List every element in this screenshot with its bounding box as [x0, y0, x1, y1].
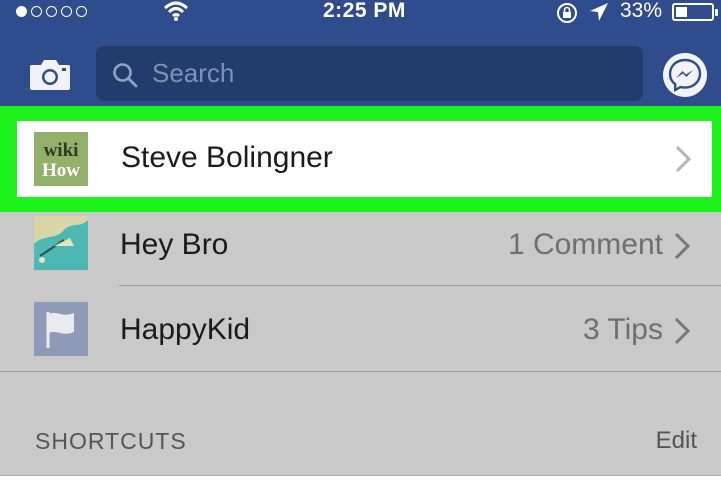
list-item-meta: 1 Comment	[507, 228, 663, 261]
bottom-area	[0, 476, 721, 494]
signal-dot	[76, 6, 87, 17]
signal-dot	[31, 6, 42, 17]
list-item-name: Hey Bro	[120, 228, 229, 261]
status-time: 2:25 PM	[323, 0, 406, 22]
search-bar[interactable]	[96, 46, 643, 101]
status-bar: 2:25 PM 33%	[0, 0, 721, 26]
svg-text:How: How	[42, 160, 80, 181]
drawing-thumbnail	[34, 216, 88, 270]
chevron-right-icon	[675, 145, 692, 173]
battery-percent: 33%	[620, 0, 663, 22]
list-item-name: HappyKid	[120, 313, 251, 346]
list-item-name: Steve Bolingner	[121, 141, 333, 174]
section-header-shortcuts: SHORTCUTS	[35, 428, 187, 454]
facebook-app-screen: 2:25 PM 33% Search wiki How Steve Boling…	[0, 0, 721, 494]
wifi-icon	[163, 1, 189, 21]
chevron-right-icon	[674, 232, 691, 260]
svg-text:wiki: wiki	[44, 140, 79, 161]
rotation-lock-icon	[557, 3, 577, 23]
row-divider	[119, 285, 721, 286]
section-divider	[0, 371, 721, 372]
flag-icon	[34, 302, 88, 356]
signal-dot	[46, 6, 57, 17]
signal-dots	[16, 6, 87, 17]
edit-shortcuts-button[interactable]: Edit	[656, 427, 697, 455]
location-arrow-icon	[590, 3, 608, 21]
camera-icon[interactable]	[28, 56, 72, 92]
search-icon	[113, 63, 138, 88]
signal-dot	[61, 6, 72, 17]
list-item[interactable]: wiki How Steve Bolingner	[17, 121, 712, 197]
messenger-icon[interactable]	[663, 53, 707, 97]
signal-dot	[16, 6, 27, 17]
battery-icon	[672, 3, 718, 21]
search-input[interactable]	[152, 58, 622, 88]
wikihow-logo: wiki How	[34, 132, 88, 186]
list-item-meta: 3 Tips	[582, 313, 663, 346]
top-nav-bar: 2:25 PM 33%	[0, 0, 721, 106]
chevron-right-icon	[674, 317, 691, 345]
